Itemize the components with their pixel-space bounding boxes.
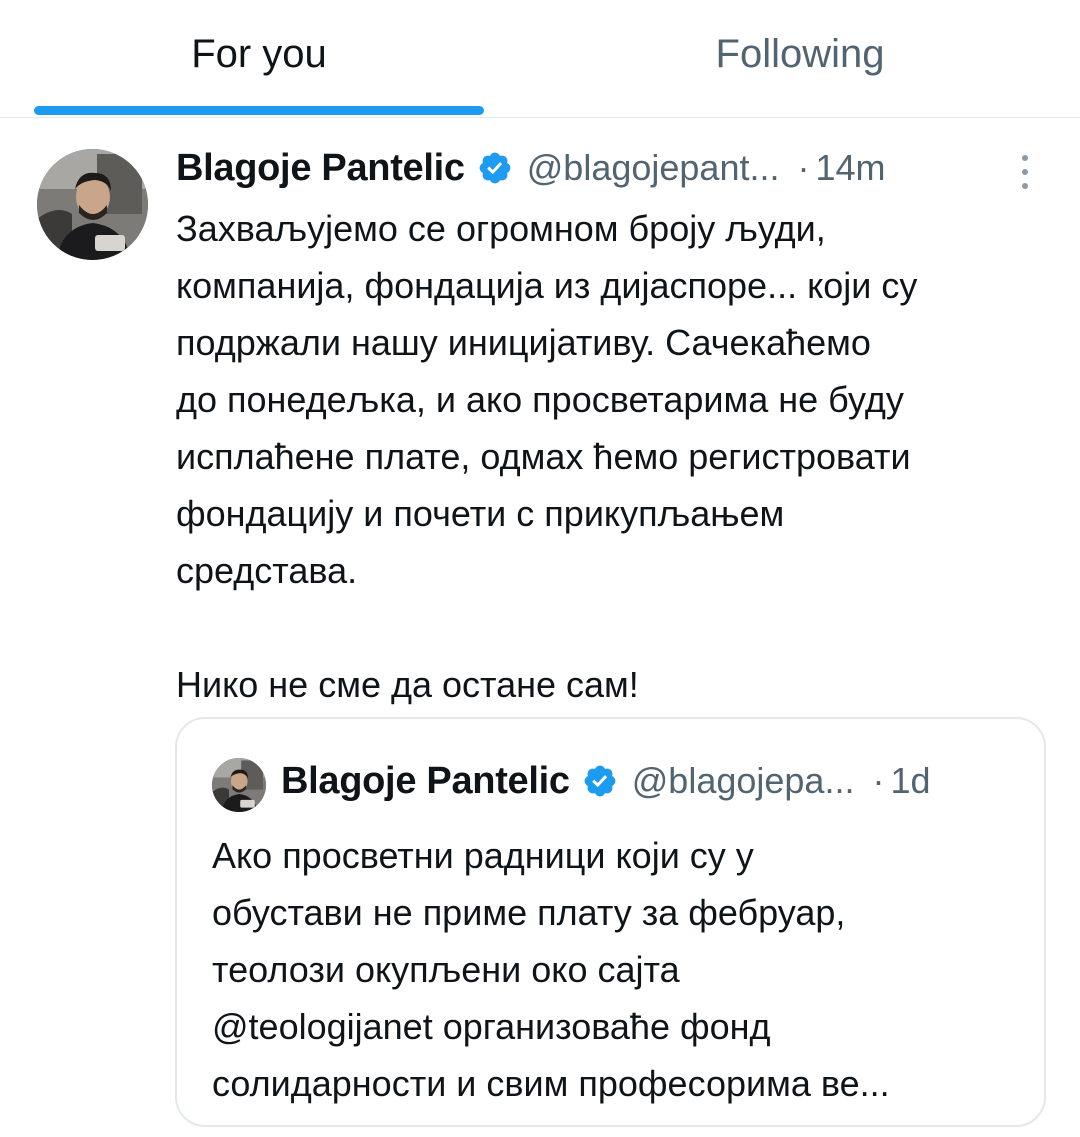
quoted-text-line: теолози окупљени око сајта bbox=[212, 949, 680, 990]
more-vertical-icon[interactable] bbox=[1011, 152, 1039, 192]
tweet-text-line: компанија, фондација из дијаспоре... кој… bbox=[176, 265, 918, 306]
quoted-tweet-text: Ако просветни радници који су у обустави… bbox=[212, 827, 1032, 1112]
tweet-header: Blagoje Pantelic @blagojepant... · 14m bbox=[176, 143, 1056, 193]
tab-following[interactable]: Following bbox=[540, 0, 1060, 117]
verified-badge-icon bbox=[479, 152, 511, 184]
tweet-text-line: средстава. bbox=[176, 550, 358, 591]
tweet-timestamp[interactable]: 14m bbox=[815, 147, 885, 189]
author-handle[interactable]: @blagojepant... bbox=[527, 147, 780, 189]
meta-separator: · bbox=[872, 760, 885, 801]
quoted-author-name[interactable]: Blagoje Pantelic bbox=[281, 760, 570, 803]
timeline-screen: For you Following Blagoje Pantelic @blag… bbox=[0, 0, 1080, 1137]
quoted-text-line: солидарности и свим професорима ве... bbox=[212, 1063, 890, 1104]
active-tab-indicator bbox=[34, 106, 484, 115]
tab-for-you[interactable]: For you bbox=[0, 0, 518, 117]
meta-separator: · bbox=[797, 147, 810, 188]
tweet-closing-line: Нико не сме да остане сам! bbox=[176, 664, 639, 705]
tweet-text-line: подржали нашу иницијативу. Сачекаћемо bbox=[176, 322, 871, 363]
author-avatar[interactable] bbox=[37, 149, 148, 260]
tweet-text-line: Захваљујемо се огромном броју људи, bbox=[176, 208, 826, 249]
quoted-tweet-card[interactable]: Blagoje Pantelic @blagojepa... · 1d Ако … bbox=[175, 717, 1046, 1127]
avatar-photo bbox=[37, 149, 148, 260]
timeline-tabs: For you Following bbox=[0, 0, 1080, 118]
tweet-text: Захваљујемо се огромном броју људи, комп… bbox=[176, 200, 1056, 713]
quoted-text-line: Ако просветни радници који су у bbox=[212, 835, 754, 876]
tweet-text-line: исплаћене плате, одмах ћемо регистровати bbox=[176, 436, 911, 477]
author-name[interactable]: Blagoje Pantelic bbox=[176, 147, 465, 190]
avatar-photo bbox=[212, 758, 266, 812]
quoted-text-line: обустави не приме плату за фебруар, bbox=[212, 892, 846, 933]
quoted-tweet-timestamp[interactable]: 1d bbox=[890, 760, 930, 802]
quoted-author-handle[interactable]: @blagojepa... bbox=[632, 760, 855, 802]
quoted-author-avatar[interactable] bbox=[212, 758, 266, 812]
tweet-text-line: фондацију и почети с прикупљањем bbox=[176, 493, 785, 534]
verified-badge-icon bbox=[584, 765, 616, 797]
tweet-text-line: до понедељка, и ако просветарима не буду bbox=[176, 379, 904, 420]
quoted-tweet-header: Blagoje Pantelic @blagojepa... · 1d bbox=[281, 755, 1021, 807]
quoted-text-line: @teologijanet организоваће фонд bbox=[212, 1006, 771, 1047]
